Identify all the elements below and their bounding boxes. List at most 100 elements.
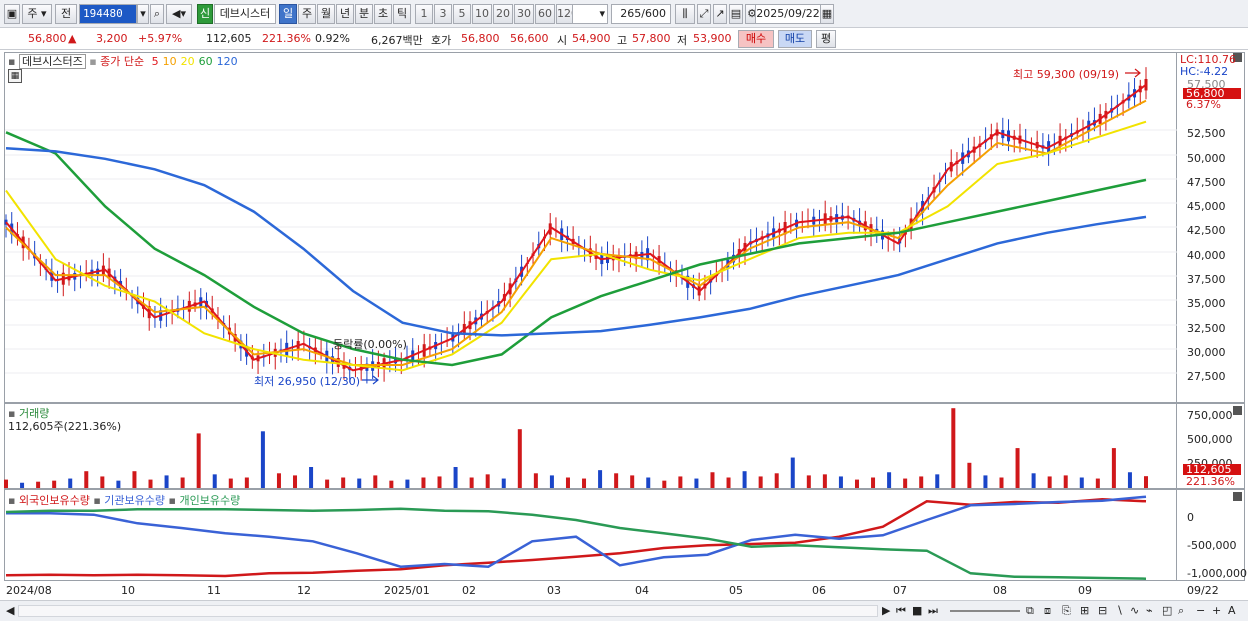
volume-bar <box>854 479 859 488</box>
fast-forward-icon[interactable]: ⏭ <box>928 604 938 618</box>
volume-bar <box>1047 476 1052 488</box>
legend-marker-icon: ▪ <box>93 494 101 507</box>
volume-bar <box>710 472 715 488</box>
volume-bar <box>646 477 651 488</box>
ma-period-label[interactable]: 120 <box>217 55 238 68</box>
volume-bar <box>517 429 522 488</box>
window-icon[interactable]: ⧈ <box>1044 604 1051 618</box>
scroll-right-icon[interactable]: ▶ <box>882 604 890 617</box>
volume-bar <box>999 477 1004 488</box>
zoom-out-icon[interactable]: − <box>1196 604 1205 617</box>
volume-bar <box>598 470 603 488</box>
draw-wave-icon[interactable]: ∿ <box>1130 604 1139 617</box>
volume-bar <box>790 457 795 488</box>
volume-bar <box>325 479 330 488</box>
volume-bar <box>822 474 827 488</box>
volume-bar <box>903 478 908 488</box>
volume-bar <box>806 475 811 488</box>
x-axis-label: 12 <box>297 584 311 597</box>
volume-bar <box>148 479 153 488</box>
volume-bar <box>196 433 201 488</box>
volume-bar <box>276 473 281 488</box>
volume-bar <box>1127 472 1132 488</box>
volume-bar <box>52 480 57 488</box>
volume-bar <box>838 476 843 488</box>
volume-bar <box>116 480 121 488</box>
foreign-legend[interactable]: 외국인보유수량 <box>19 494 90 507</box>
volume-bar <box>630 475 635 488</box>
x-axis-label: 08 <box>993 584 1007 597</box>
high-arrow-icon <box>1125 68 1141 78</box>
price-axis-tick: 50,000 <box>1187 152 1226 165</box>
zoom-search-icon[interactable]: ⌕ <box>1178 604 1184 618</box>
price-legend: ▪ 데브시스터즈 ▪ 종가 단순 5 10 20 60 120 <box>8 53 238 69</box>
x-axis-end-label: 09/22 <box>1187 584 1219 597</box>
volume-bar <box>533 473 538 488</box>
volume-bar <box>887 472 892 488</box>
draw-line-icon[interactable]: ∖ <box>1116 604 1123 617</box>
volume-axis-tick: 750,000 <box>1187 409 1233 422</box>
zoom-in-icon[interactable]: + <box>1212 604 1221 617</box>
volume-bar <box>1111 448 1116 488</box>
volume-bar <box>389 480 394 488</box>
volume-bar <box>212 474 217 488</box>
price-axis-tick: 45,000 <box>1187 200 1226 213</box>
volume-bar <box>549 475 554 488</box>
volume-bar <box>662 480 667 488</box>
volume-bar <box>228 478 233 488</box>
x-axis-label: 2024/08 <box>6 584 52 597</box>
volume-bar <box>742 471 747 488</box>
x-axis-label: 06 <box>812 584 826 597</box>
volume-bar <box>485 474 490 488</box>
volume-bar <box>244 477 249 488</box>
draw-tool-icon[interactable]: ⌁ <box>1146 604 1153 617</box>
stop-icon[interactable]: ■ <box>912 604 922 617</box>
indiv-legend[interactable]: 개인보유수량 <box>179 494 240 507</box>
layout-icon[interactable]: ⧉ <box>1026 604 1034 618</box>
inst-legend[interactable]: 기관보유수량 <box>104 494 165 507</box>
horizontal-scrollbar[interactable] <box>18 605 878 617</box>
price-axis-tick: 40,000 <box>1187 249 1226 262</box>
volume-bar <box>1015 448 1020 488</box>
ma-period-label[interactable]: 5 <box>152 55 159 68</box>
legend-marker-icon: ▪ <box>168 494 176 507</box>
rewind-icon[interactable]: ⏮ <box>896 604 906 618</box>
volume-bar <box>469 477 474 488</box>
volume-bar <box>501 478 506 488</box>
font-size-icon[interactable]: A <box>1228 604 1236 617</box>
volume-bar <box>565 477 570 488</box>
volume-bar <box>293 475 298 488</box>
volume-bar <box>758 476 763 488</box>
tile-icon[interactable]: ⊞ <box>1080 604 1089 617</box>
investor-legend: ▪ 외국인보유수량 ▪ 기관보유수량 ▪ 개인보유수량 <box>8 492 240 508</box>
ma-period-label[interactable]: 10 <box>163 55 177 68</box>
x-axis-label: 10 <box>121 584 135 597</box>
volume-bar <box>405 479 410 488</box>
investor-axis-tick: -1,000,000 <box>1187 567 1247 580</box>
volume-bar <box>20 482 25 488</box>
grid-toggle-icon[interactable]: ▦ <box>8 69 22 83</box>
split-icon[interactable]: ⊟ <box>1098 604 1107 617</box>
volume-bar <box>100 476 105 488</box>
ma-period-label[interactable]: 20 <box>181 55 195 68</box>
copy-icon[interactable]: ⎘ <box>1062 604 1071 618</box>
volume-bar <box>582 478 587 488</box>
stock-legend[interactable]: 데브시스터즈 <box>18 54 86 69</box>
volume-bar <box>871 477 876 488</box>
volume-bar <box>341 477 346 488</box>
low-arrow-icon <box>362 375 379 385</box>
ma-period-label[interactable]: 60 <box>199 55 213 68</box>
volume-bar <box>967 462 972 488</box>
x-axis-label: 07 <box>893 584 907 597</box>
camera-icon[interactable]: ◰ <box>1162 604 1172 617</box>
volume-bar <box>1095 478 1100 488</box>
volume-bar <box>1144 476 1148 488</box>
zoom-slider[interactable] <box>950 610 1020 612</box>
volume-bar <box>373 475 378 488</box>
volume-bar <box>1031 473 1036 488</box>
scroll-left-icon[interactable]: ◀ <box>6 604 14 617</box>
current-pct-marker: 6.37% <box>1186 98 1221 111</box>
volume-bar <box>36 481 41 488</box>
hc-value: HC:-4.22 <box>1180 65 1229 78</box>
ma-legend-label[interactable]: 종가 단순 <box>100 55 144 68</box>
